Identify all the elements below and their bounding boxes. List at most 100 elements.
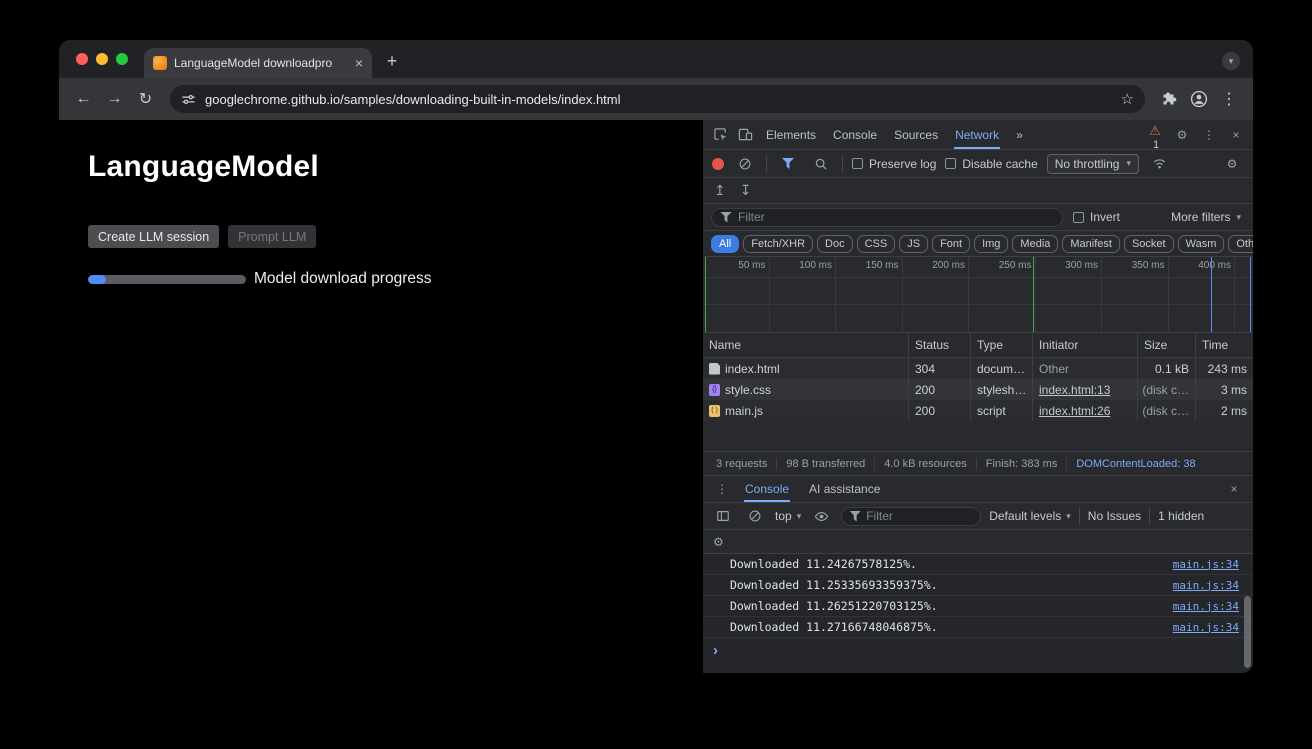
address-bar[interactable]: googlechrome.github.io/samples/downloadi… xyxy=(170,85,1145,113)
message-text: Downloaded 11.24267578125%. xyxy=(730,557,1173,571)
devtools-menu-icon[interactable]: ⋮ xyxy=(1197,123,1221,147)
preserve-log-checkbox[interactable]: Preserve log xyxy=(852,157,936,171)
throttling-select[interactable]: No throttling▾ xyxy=(1047,154,1139,174)
network-filter-input[interactable] xyxy=(738,210,1054,224)
message-source-link[interactable]: main.js:34 xyxy=(1173,558,1239,571)
network-request-row[interactable]: ( )main.js 200 script index.html:26 (dis… xyxy=(703,400,1253,421)
log-levels-select[interactable]: Default levels▾ xyxy=(989,509,1071,523)
column-header-type[interactable]: Type xyxy=(970,333,1032,357)
initiator-link[interactable]: index.html:26 xyxy=(1039,404,1110,418)
filter-chip-css[interactable]: CSS xyxy=(857,235,896,253)
message-source-link[interactable]: main.js:34 xyxy=(1173,600,1239,613)
zoom-window-button[interactable] xyxy=(116,53,128,65)
message-source-link[interactable]: main.js:34 xyxy=(1173,579,1239,592)
network-overview-timeline[interactable]: 50 ms 100 ms 150 ms 200 ms 250 ms 300 ms… xyxy=(703,257,1253,333)
network-request-row[interactable]: index.html 304 docum… Other 0.1 kB 243 m… xyxy=(703,358,1253,379)
scrollbar-thumb[interactable] xyxy=(1244,596,1251,668)
clear-console-icon[interactable] xyxy=(743,504,767,528)
new-tab-button[interactable]: + xyxy=(378,47,406,75)
console-message[interactable]: Downloaded 11.24267578125%. main.js:34 xyxy=(703,554,1253,575)
column-header-name[interactable]: Name xyxy=(703,333,908,357)
inspect-element-icon[interactable] xyxy=(708,123,732,147)
console-sidebar-icon[interactable] xyxy=(711,504,735,528)
drawer-tab-ai-assistance[interactable]: AI assistance xyxy=(800,476,889,502)
profile-avatar[interactable] xyxy=(1185,85,1213,113)
browser-tab[interactable]: LanguageModel downloadpro × xyxy=(144,48,372,78)
devtools-tab-sources[interactable]: Sources xyxy=(886,120,946,149)
close-window-button[interactable] xyxy=(76,53,88,65)
filter-chip-wasm[interactable]: Wasm xyxy=(1178,235,1225,253)
filter-toggle-icon[interactable] xyxy=(776,152,800,176)
network-settings-icon[interactable]: ⚙ xyxy=(1220,152,1244,176)
console-prompt[interactable]: › xyxy=(703,638,1253,662)
filter-chip-all[interactable]: All xyxy=(711,235,739,253)
drawer-tab-console[interactable]: Console xyxy=(736,476,798,502)
console-drawer: ⋮ Console AI assistance × top▾ xyxy=(703,475,1253,673)
devtools-tab-elements[interactable]: Elements xyxy=(758,120,824,149)
column-header-initiator[interactable]: Initiator xyxy=(1032,333,1137,357)
tab-search-button[interactable]: ▾ xyxy=(1222,52,1240,70)
site-settings-icon[interactable] xyxy=(181,92,196,107)
filter-chip-socket[interactable]: Socket xyxy=(1124,235,1174,253)
devtools-tab-network[interactable]: Network xyxy=(947,120,1007,149)
filter-chip-font[interactable]: Font xyxy=(932,235,970,253)
more-tabs-icon[interactable]: » xyxy=(1008,120,1031,149)
export-har-icon[interactable]: ↧ xyxy=(740,182,752,199)
bookmark-star-icon[interactable]: ☆ xyxy=(1121,90,1134,108)
column-header-status[interactable]: Status xyxy=(908,333,970,357)
forward-button[interactable]: → xyxy=(100,85,129,114)
browser-menu-icon[interactable]: ⋮ xyxy=(1215,85,1243,113)
column-header-size[interactable]: Size xyxy=(1137,333,1195,357)
minimize-window-button[interactable] xyxy=(96,53,108,65)
extensions-icon[interactable] xyxy=(1155,85,1183,113)
prompt-llm-button[interactable]: Prompt LLM xyxy=(228,225,316,248)
filter-chip-img[interactable]: Img xyxy=(974,235,1008,253)
console-filter-input[interactable] xyxy=(866,509,973,523)
tab-close-icon[interactable]: × xyxy=(355,56,363,70)
issues-counter[interactable]: No Issues xyxy=(1088,509,1141,523)
console-settings-icon[interactable]: ⚙ xyxy=(713,535,724,549)
back-button[interactable]: ← xyxy=(69,85,98,114)
error-warning-indicator[interactable]: ⚠1 xyxy=(1143,123,1167,147)
console-message[interactable]: Downloaded 11.26251220703125%. main.js:3… xyxy=(703,596,1253,617)
console-context-select[interactable]: top▾ xyxy=(775,509,801,523)
disable-cache-checkbox[interactable]: Disable cache xyxy=(945,157,1037,171)
filter-chip-other[interactable]: Other xyxy=(1228,235,1253,253)
column-header-time[interactable]: Time xyxy=(1195,333,1253,357)
import-har-icon[interactable]: ↥ xyxy=(714,182,726,199)
filter-chip-media[interactable]: Media xyxy=(1012,235,1058,253)
device-toolbar-icon[interactable] xyxy=(733,123,757,147)
filter-chip-doc[interactable]: Doc xyxy=(817,235,853,253)
more-filters-label: More filters xyxy=(1171,210,1230,224)
hidden-messages-count[interactable]: 1 hidden xyxy=(1158,509,1204,523)
network-request-row[interactable]: {}style.css 200 stylesh… index.html:13 (… xyxy=(703,379,1253,400)
url-text: googlechrome.github.io/samples/downloadi… xyxy=(205,92,1112,107)
filter-chip-fetchxhr[interactable]: Fetch/XHR xyxy=(743,235,813,253)
record-network-log-button[interactable] xyxy=(712,158,724,170)
invert-checkbox[interactable]: Invert xyxy=(1073,210,1120,224)
eye-icon[interactable] xyxy=(809,504,833,528)
network-filter-input-box[interactable] xyxy=(711,208,1063,227)
search-icon[interactable] xyxy=(809,152,833,176)
devtools-settings-icon[interactable]: ⚙ xyxy=(1170,123,1194,147)
drawer-close-icon[interactable]: × xyxy=(1222,477,1246,501)
timeline-tick: 250 ms xyxy=(969,257,1036,332)
more-filters-button[interactable]: More filters▾ xyxy=(1171,210,1245,224)
stylesheet-file-icon: {} xyxy=(709,384,720,396)
message-source-link[interactable]: main.js:34 xyxy=(1173,621,1239,634)
console-filter-input-box[interactable] xyxy=(841,507,981,526)
console-message[interactable]: Downloaded 11.27166748046875%. main.js:3… xyxy=(703,617,1253,638)
network-table-empty-area xyxy=(703,421,1253,451)
reload-button[interactable]: ↻ xyxy=(131,85,160,114)
devtools-tab-console[interactable]: Console xyxy=(825,120,885,149)
create-llm-session-button[interactable]: Create LLM session xyxy=(88,225,219,248)
initiator-link[interactable]: index.html:13 xyxy=(1039,383,1110,397)
clear-network-log-icon[interactable] xyxy=(733,152,757,176)
network-conditions-icon[interactable] xyxy=(1148,152,1172,176)
progress-label: Model download progress xyxy=(254,270,432,288)
drawer-menu-icon[interactable]: ⋮ xyxy=(710,477,734,501)
filter-chip-manifest[interactable]: Manifest xyxy=(1062,235,1120,253)
filter-chip-js[interactable]: JS xyxy=(899,235,928,253)
devtools-close-icon[interactable]: × xyxy=(1224,123,1248,147)
console-message[interactable]: Downloaded 11.25335693359375%. main.js:3… xyxy=(703,575,1253,596)
